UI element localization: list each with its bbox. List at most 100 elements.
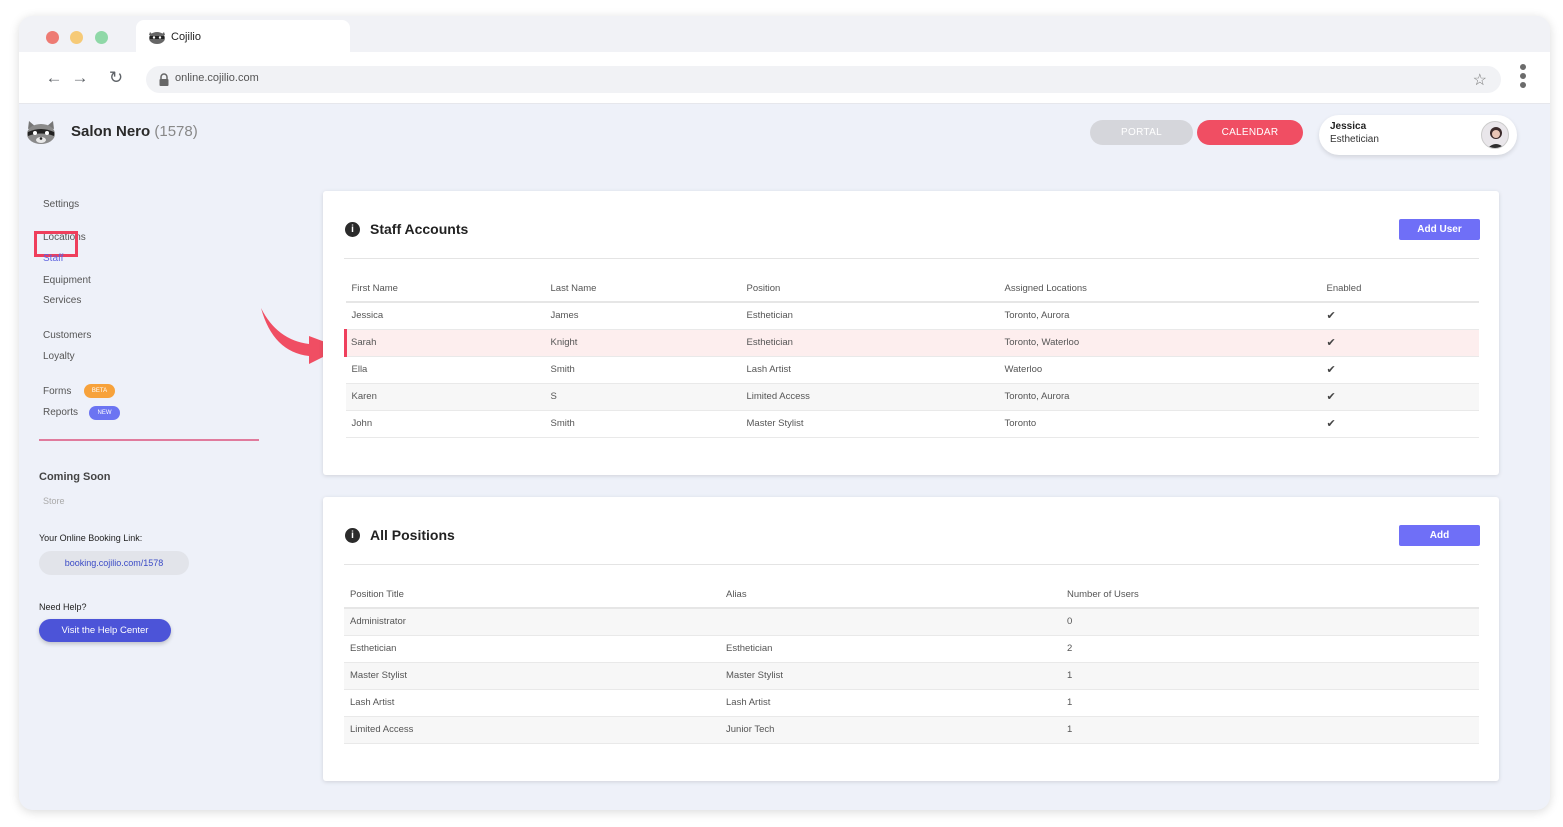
info-icon: i (345, 222, 360, 237)
info-icon: i (345, 528, 360, 543)
back-arrow-icon[interactable]: ← (45, 69, 63, 87)
reload-icon[interactable]: ↻ (107, 69, 125, 87)
table-header-row: First Name Last Name Position Assigned L… (345, 275, 1479, 303)
portal-button[interactable]: PORTAL (1090, 120, 1193, 145)
sidebar-item-loyalty[interactable]: Loyalty (43, 351, 75, 362)
salon-id: (1578) (154, 123, 198, 140)
user-profile-card[interactable]: Jessica Esthetician (1319, 115, 1517, 155)
raccoon-logo-icon (27, 121, 55, 144)
minimize-window-button[interactable] (70, 31, 83, 44)
bookmark-star-icon[interactable]: ☆ (1473, 70, 1487, 90)
enabled-check-icon: ✔ (1320, 410, 1479, 438)
add-user-button[interactable]: Add User (1399, 219, 1480, 240)
column-header: Enabled (1320, 275, 1479, 303)
cell-alias: Esthetician (720, 635, 1061, 663)
table-row[interactable]: Master Stylist Master Stylist 1 (344, 662, 1479, 690)
cell-user-count: 0 (1061, 608, 1479, 636)
close-window-button[interactable] (46, 31, 59, 44)
cell-position: Lash Artist (740, 356, 999, 384)
table-row[interactable]: Lash Artist Lash Artist 1 (344, 689, 1479, 717)
cell-position-title: Lash Artist (344, 689, 720, 717)
app-area: Salon Nero (1578) PORTAL CALENDAR Jessic… (19, 105, 1550, 810)
user-role: Esthetician (1330, 134, 1379, 145)
sidebar-item-customers[interactable]: Customers (43, 330, 91, 341)
tab-bar: Cojilio (19, 16, 1550, 56)
cell-position-title: Esthetician (344, 635, 720, 663)
browser-tab[interactable]: Cojilio (136, 20, 350, 56)
cell-locations: Toronto, Aurora (998, 302, 1321, 330)
maximize-window-button[interactable] (95, 31, 108, 44)
enabled-check-icon: ✔ (1320, 302, 1479, 330)
booking-link[interactable]: booking.cojilio.com/1578 (39, 551, 189, 575)
table-row[interactable]: Jessica James Esthetician Toronto, Auror… (345, 302, 1479, 330)
cell-alias (720, 608, 1061, 636)
sidebar-item-reports[interactable]: Reports (43, 407, 78, 418)
address-bar[interactable]: online.cojilio.com ☆ (146, 66, 1501, 93)
card-divider (344, 258, 1479, 259)
table-row[interactable]: John Smith Master Stylist Toronto ✔ (345, 410, 1479, 438)
table-row[interactable]: Karen S Limited Access Toronto, Aurora ✔ (345, 383, 1479, 411)
all-positions-card: i All Positions Add Position Title Alias… (323, 497, 1499, 781)
salon-name: Salon Nero (71, 123, 151, 140)
sidebar-item-services[interactable]: Services (43, 295, 81, 306)
tab-title: Cojilio (171, 31, 201, 43)
cell-first-name: Ella (345, 356, 545, 384)
column-header: Last Name (544, 275, 741, 303)
salon-title: Salon Nero (1578) (71, 123, 198, 140)
sidebar-divider (39, 439, 259, 441)
staff-table: First Name Last Name Position Assigned L… (344, 275, 1479, 438)
cell-user-count: 2 (1061, 635, 1479, 663)
lock-icon (159, 73, 169, 86)
cell-first-name: Karen (345, 383, 545, 411)
table-row[interactable]: Esthetician Esthetician 2 (344, 635, 1479, 663)
cell-position-title: Master Stylist (344, 662, 720, 690)
column-header: First Name (345, 275, 545, 303)
positions-table: Position Title Alias Number of Users Adm… (344, 581, 1479, 744)
sidebar-item-staff[interactable]: Staff (43, 253, 63, 264)
cell-last-name: Smith (544, 410, 741, 438)
cell-last-name: S (544, 383, 741, 411)
cell-position-title: Administrator (344, 608, 720, 636)
cell-last-name: Knight (544, 329, 741, 357)
cell-locations: Toronto (998, 410, 1321, 438)
avatar (1481, 121, 1509, 149)
beta-badge: BETA (84, 384, 115, 398)
enabled-check-icon: ✔ (1320, 383, 1479, 411)
url-text: online.cojilio.com (175, 72, 259, 84)
cell-first-name: Jessica (345, 302, 545, 330)
sidebar-item-forms[interactable]: Forms (43, 386, 71, 397)
column-header: Number of Users (1061, 581, 1479, 609)
need-help-label: Need Help? (39, 602, 87, 612)
browser-window: Cojilio ← → ↻ online.cojilio.com ☆ Salon… (19, 16, 1550, 810)
cell-locations: Toronto, Waterloo (998, 329, 1321, 357)
table-row[interactable]: Limited Access Junior Tech 1 (344, 716, 1479, 744)
table-row[interactable]: Ella Smith Lash Artist Waterloo ✔ (345, 356, 1479, 384)
column-header: Alias (720, 581, 1061, 609)
sidebar-item-store: Store (43, 496, 65, 506)
calendar-button[interactable]: CALENDAR (1197, 120, 1303, 145)
cell-first-name: John (345, 410, 545, 438)
staff-accounts-card: i Staff Accounts Add User First Name Las… (323, 191, 1499, 475)
cell-user-count: 1 (1061, 716, 1479, 744)
add-position-button[interactable]: Add (1399, 525, 1480, 546)
help-center-button[interactable]: Visit the Help Center (39, 619, 171, 642)
sidebar-item-settings[interactable]: Settings (43, 199, 79, 210)
cell-position: Esthetician (740, 302, 999, 330)
raccoon-icon (149, 32, 165, 44)
cell-position: Limited Access (740, 383, 999, 411)
cell-user-count: 1 (1061, 689, 1479, 717)
enabled-check-icon: ✔ (1320, 329, 1479, 357)
staff-accounts-title: Staff Accounts (370, 221, 469, 237)
user-avatar-icon (1487, 127, 1505, 148)
sidebar-item-equipment[interactable]: Equipment (43, 275, 91, 286)
enabled-check-icon: ✔ (1320, 356, 1479, 384)
cell-locations: Toronto, Aurora (998, 383, 1321, 411)
browser-menu-icon[interactable] (1520, 64, 1528, 94)
column-header: Position (740, 275, 999, 303)
cell-last-name: James (544, 302, 741, 330)
table-row-highlighted[interactable]: Sarah Knight Esthetician Toronto, Waterl… (344, 329, 1479, 357)
forward-arrow-icon[interactable]: → (71, 69, 89, 87)
table-row[interactable]: Administrator 0 (344, 608, 1479, 636)
booking-link-label: Your Online Booking Link: (39, 533, 143, 543)
cell-last-name: Smith (544, 356, 741, 384)
